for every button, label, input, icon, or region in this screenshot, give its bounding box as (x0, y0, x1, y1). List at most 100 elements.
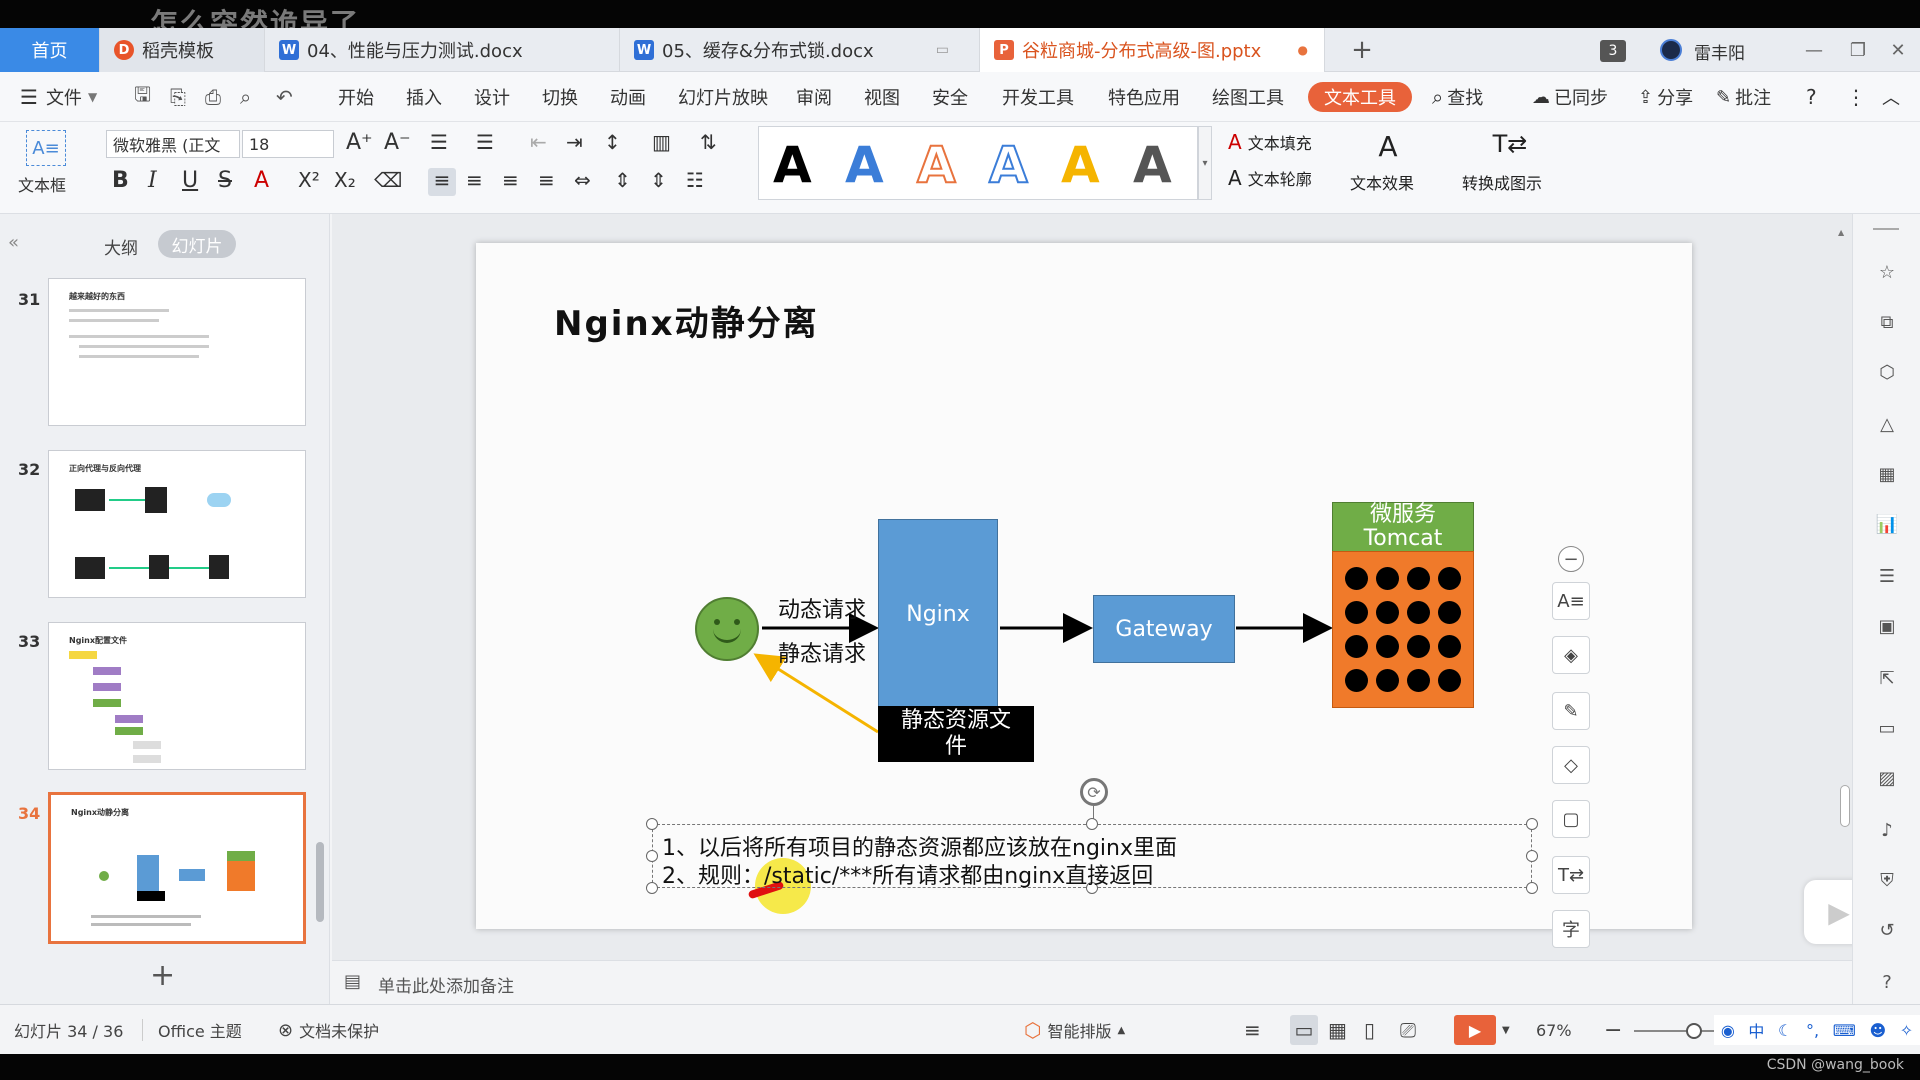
picture-icon[interactable]: ▣ (1875, 614, 1899, 638)
tomcat-dot (1376, 635, 1399, 658)
note-line-2[interactable]: 2、规则：/static/***所有请求都由nginx直接返回 (662, 858, 1153, 890)
smart-layout-button[interactable]: ⬡ 智能排版 ▲ (1024, 1005, 1125, 1055)
tomcat-line1: 微服务 (1369, 502, 1436, 527)
resize-handle-tr[interactable] (1526, 818, 1538, 830)
zoom-out-button[interactable]: − (1604, 1005, 1622, 1055)
shield-icon[interactable]: ⛨ (1875, 868, 1899, 892)
archive-icon[interactable]: ▭ (1875, 716, 1899, 740)
sidebar-handle (1873, 228, 1899, 230)
collapse-toolbar-icon[interactable]: − (1558, 546, 1584, 572)
status-bar: 幻灯片 34 / 36 Office 主题 ⊗ 文档未保护 ⬡ 智能排版 ▲ ≡… (0, 1004, 1920, 1054)
chevron-up-icon: ▲ (1117, 1024, 1126, 1036)
export-icon[interactable]: ⇱ (1875, 666, 1899, 690)
resize-handle-bl[interactable] (646, 882, 658, 894)
pen-icon[interactable]: ✎ (1552, 692, 1590, 730)
theme-name[interactable]: Office 主题 (158, 1005, 242, 1055)
notes-bar[interactable]: ▤ 单击此处添加备注 (332, 960, 1852, 1004)
tomcat-dot (1407, 669, 1430, 692)
grid-icon[interactable]: ▦ (1875, 462, 1899, 486)
image-icon[interactable]: ▨ (1875, 766, 1899, 790)
smiley-mouth (713, 629, 741, 643)
sorter-view-icon[interactable]: ▦ (1328, 1005, 1347, 1055)
star-icon[interactable]: ☆ (1875, 260, 1899, 284)
tomcat-dot (1345, 669, 1368, 692)
watermark: CSDN @wang_book (1766, 1057, 1904, 1073)
shield-x-icon: ⊗ (278, 1019, 294, 1041)
tomcat-dot (1376, 669, 1399, 692)
tomcat-dot (1438, 567, 1461, 590)
ime-moon-icon: ☾ (1778, 1020, 1793, 1040)
resize-handle-ml[interactable] (646, 850, 658, 862)
play-slideshow-button[interactable]: ▶ (1454, 1015, 1496, 1045)
static-request-label[interactable]: 静态请求 (778, 636, 866, 668)
normal-view-icon[interactable]: ▭ (1290, 1015, 1318, 1045)
reading-view-icon[interactable]: ▯ (1364, 1005, 1375, 1055)
tomcat-dot (1407, 635, 1430, 658)
tomcat-dot (1407, 601, 1430, 624)
presenter-view-icon[interactable]: ⎚ (1400, 1005, 1416, 1055)
ime-logo-icon: ◉ (1720, 1020, 1735, 1040)
fill-icon[interactable]: ◇ (1552, 746, 1590, 784)
notes-icon: ▤ (344, 971, 362, 992)
smart-layout-label: 智能排版 (1047, 1022, 1112, 1041)
tomcat-dot (1376, 567, 1399, 590)
ime-chinese-icon: 中 (1748, 1022, 1765, 1041)
protection-label: 文档未保护 (299, 1022, 380, 1041)
right-sidebar: ☆ ⧉ ⬡ △ ▦ 📊 ☰ ▣ ⇱ ▭ ▨ ♪ ⛨ ↺ ? (1852, 214, 1920, 1004)
resize-handle-br[interactable] (1526, 882, 1538, 894)
design-icon[interactable]: ⧉ (1875, 310, 1899, 334)
tomcat-line2: Tomcat (1363, 526, 1443, 551)
ime-keyboard-icon: ⌨ (1832, 1020, 1856, 1040)
smiley-eye (734, 619, 740, 625)
scroll-up-icon[interactable]: ▲ (1838, 228, 1850, 238)
audio-icon[interactable]: ♪ (1875, 818, 1899, 842)
notes-view-icon[interactable]: ≡ (1244, 1005, 1261, 1055)
drawing-icon[interactable]: △ (1875, 412, 1899, 436)
zoom-slider-thumb[interactable] (1686, 1023, 1702, 1039)
ime-user-icon: ☻ (1869, 1020, 1887, 1040)
tomcat-dot (1345, 567, 1368, 590)
shape-icon[interactable]: ⬡ (1875, 360, 1899, 384)
notes-placeholder[interactable]: 单击此处添加备注 (378, 972, 514, 997)
text-style-icon[interactable]: A≡ (1552, 582, 1590, 620)
tomcat-body[interactable] (1332, 551, 1474, 708)
tomcat-dot (1407, 567, 1430, 590)
smart-layout-icon: ⬡ (1024, 1018, 1042, 1042)
slide-count: 幻灯片 34 / 36 (14, 1022, 124, 1041)
ime-punct-icon: °, (1806, 1020, 1820, 1040)
static-resource-box[interactable]: 静态资源文件 (878, 706, 1034, 762)
protection-status[interactable]: ⊗ 文档未保护 (278, 1005, 379, 1055)
help-icon[interactable]: ? (1875, 970, 1899, 994)
status-divider (142, 1019, 143, 1041)
zoom-level[interactable]: 67% (1536, 1005, 1572, 1055)
canvas-scrollbar-thumb[interactable] (1840, 785, 1850, 827)
tomcat-dot (1438, 635, 1461, 658)
tomcat-dot (1438, 601, 1461, 624)
resize-handle-tl[interactable] (646, 818, 658, 830)
client-smiley[interactable] (695, 597, 759, 661)
tomcat-header[interactable]: 微服务 Tomcat (1332, 502, 1474, 552)
tomcat-dot (1345, 601, 1368, 624)
resize-handle-tc[interactable] (1086, 818, 1098, 830)
settings-sliders-icon[interactable]: ☰ (1875, 564, 1899, 588)
tomcat-dot (1345, 635, 1368, 658)
convert-icon[interactable]: T⇄ (1552, 856, 1590, 894)
history-icon[interactable]: ↺ (1875, 918, 1899, 942)
layers-icon[interactable]: ◈ (1552, 636, 1590, 674)
smiley-eye (714, 619, 720, 625)
ime-tool-icon: ✧ (1899, 1020, 1914, 1040)
outline-icon[interactable]: ▢ (1552, 800, 1590, 838)
video-bottom-strip (0, 1054, 1920, 1080)
dynamic-request-label[interactable]: 动态请求 (778, 592, 866, 624)
chart-icon[interactable]: 📊 (1875, 512, 1899, 536)
nginx-box[interactable]: Nginx (878, 519, 998, 709)
tomcat-dot (1438, 669, 1461, 692)
resize-handle-mr[interactable] (1526, 850, 1538, 862)
font-icon[interactable]: 字 (1552, 910, 1590, 948)
rotate-handle-icon[interactable]: ⟳ (1080, 778, 1108, 806)
wps-presentation-window: 怎么突然诡异了 首页 D 稻壳模板 W 04、性能与压力测试.docx W 05… (0, 0, 1920, 1080)
tomcat-dot (1376, 601, 1399, 624)
ime-toolbar[interactable]: ◉ 中 ☾ °, ⌨ ☻ ✧ (1714, 1015, 1920, 1045)
chevron-down-icon[interactable]: ▼ (1502, 1005, 1510, 1055)
gateway-box[interactable]: Gateway (1093, 595, 1235, 663)
